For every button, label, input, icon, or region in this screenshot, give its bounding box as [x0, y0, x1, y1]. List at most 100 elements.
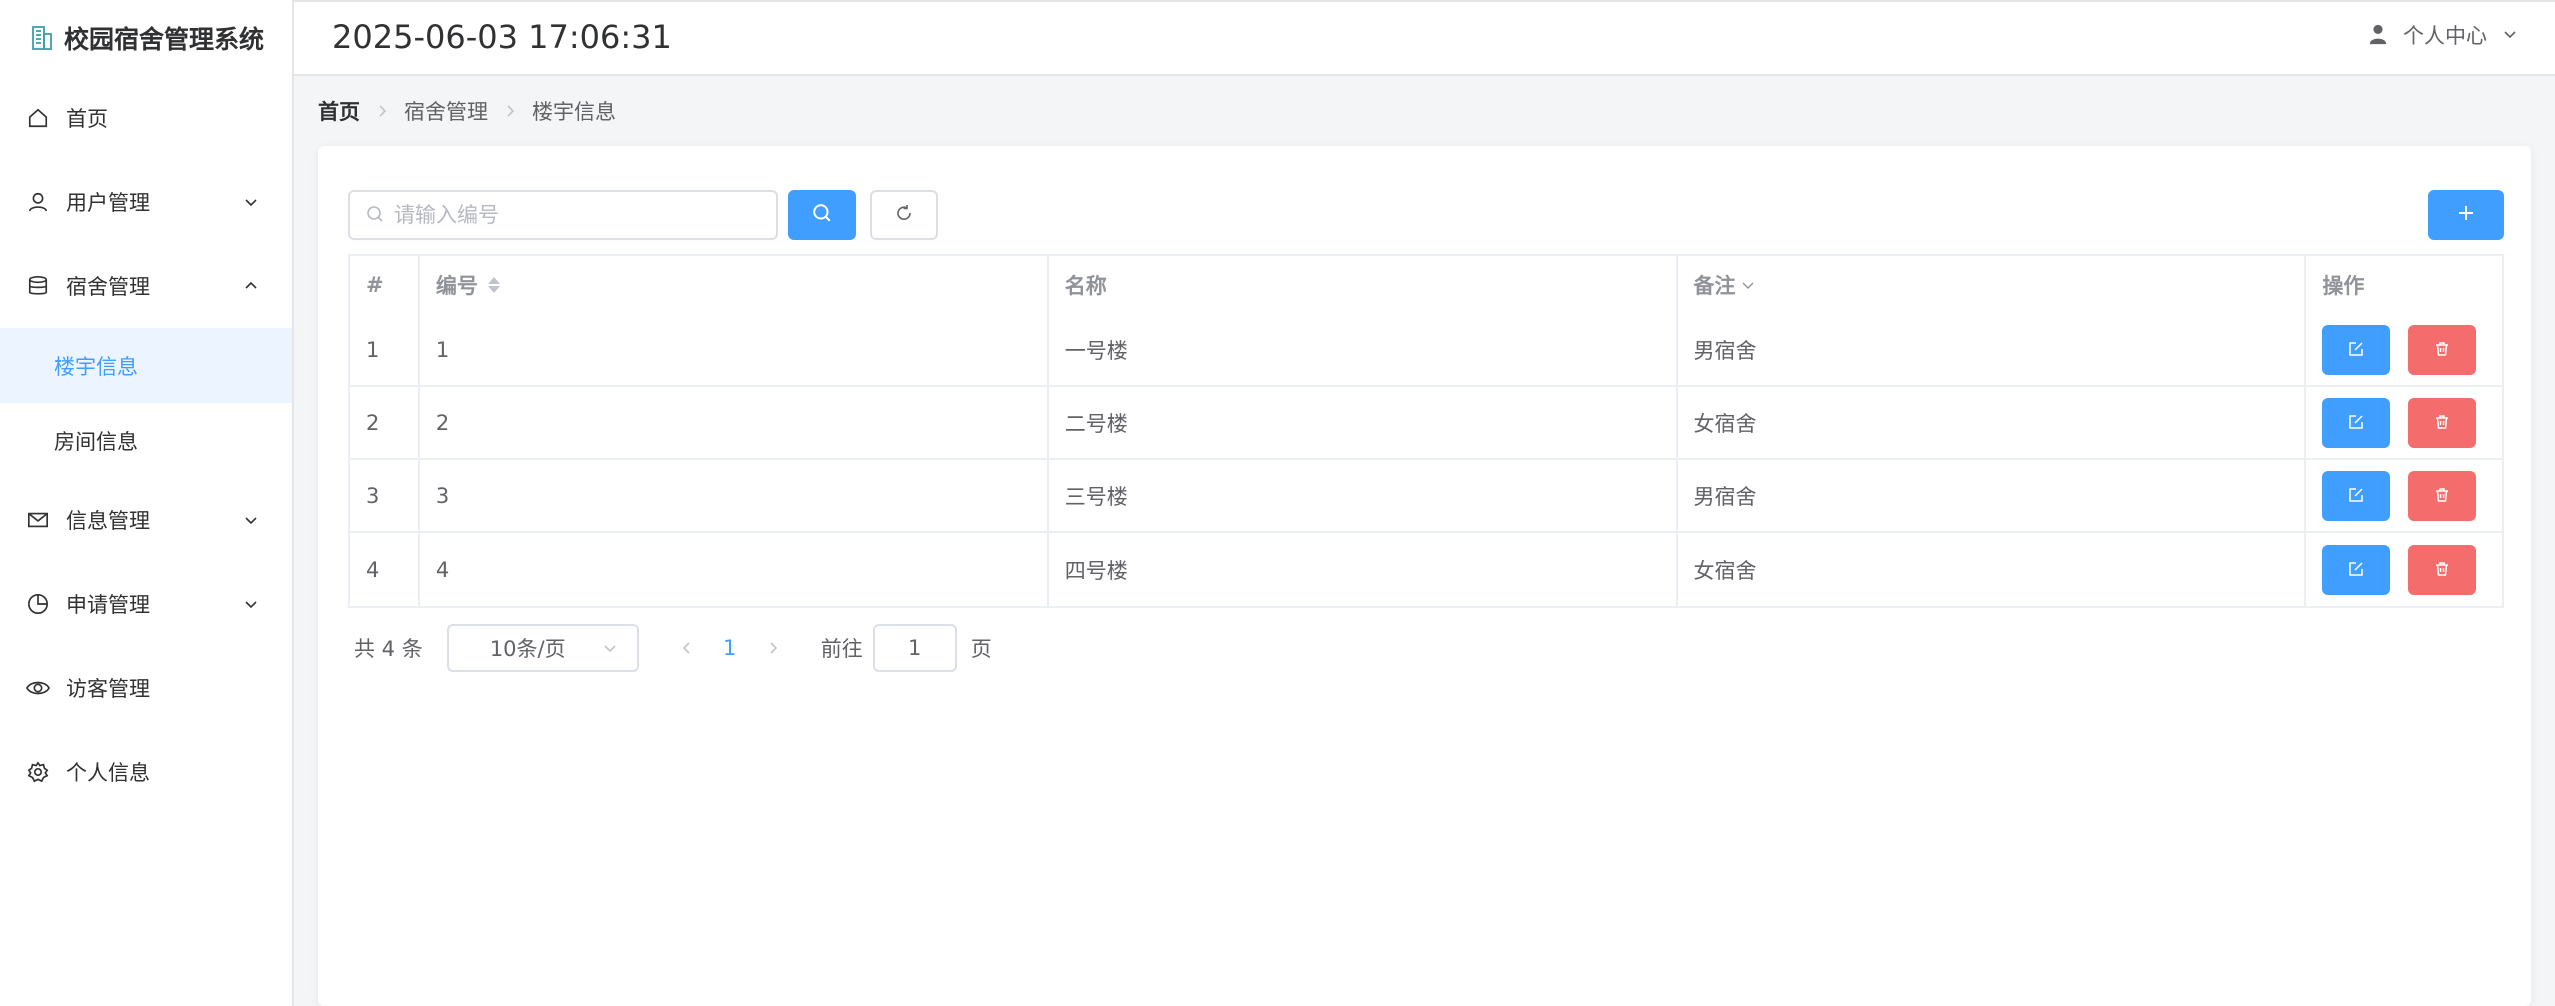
search-icon: [812, 203, 832, 227]
cell-name: 二号楼: [1049, 387, 1678, 458]
user-icon: [2367, 23, 2391, 47]
sidebar-item-label: 申请管理: [66, 593, 150, 617]
col-header-label: 备注: [1693, 274, 1736, 298]
goto-field[interactable]: [872, 624, 957, 672]
chevron-up-icon: [242, 277, 260, 295]
search-input[interactable]: [394, 203, 774, 227]
cell-actions: [2306, 387, 2502, 458]
cell-code: 1: [420, 314, 1049, 385]
col-header-label: 操作: [2322, 274, 2365, 298]
table-row: 2 2 二号楼 女宿舍: [350, 387, 2502, 460]
current-datetime: 2025-06-03 17:06:31: [332, 18, 672, 56]
cell-name: 三号楼: [1049, 460, 1678, 531]
cell-actions: [2306, 314, 2502, 385]
sidebar-item-room-info[interactable]: 房间信息: [0, 403, 292, 478]
search-icon: [366, 205, 386, 225]
goto-unit: 页: [970, 637, 992, 661]
sidebar-item-building-info[interactable]: 楼宇信息: [0, 328, 292, 403]
chevron-down-icon: [242, 511, 260, 529]
edit-button[interactable]: [2322, 324, 2391, 375]
trash-icon: [2434, 411, 2450, 435]
filter-dropdown-icon[interactable]: [1740, 277, 1756, 293]
sidebar-item-label: 用户管理: [66, 191, 150, 215]
cell-index: 1: [350, 314, 420, 385]
col-header-index: #: [350, 256, 420, 314]
sidebar-item-label: 宿舍管理: [66, 275, 150, 299]
edit-button[interactable]: [2322, 397, 2391, 448]
user-center-dropdown[interactable]: 个人中心: [2367, 20, 2519, 50]
page-size-select[interactable]: 10条/页: [446, 624, 639, 672]
search-field[interactable]: [348, 190, 778, 240]
breadcrumb-home[interactable]: 首页: [318, 96, 360, 126]
table-header: # 编号 名称 备注 操作: [350, 256, 2502, 314]
cell-code: 2: [420, 387, 1049, 458]
user-center-label: 个人中心: [2403, 24, 2487, 48]
sidebar-item-home[interactable]: 首页: [0, 76, 292, 160]
delete-button[interactable]: [2408, 324, 2477, 375]
col-header-remark[interactable]: 备注: [1678, 256, 2307, 314]
delete-button[interactable]: [2408, 397, 2477, 448]
page-size-value: 10条/页: [489, 637, 566, 661]
edit-icon: [2348, 484, 2364, 508]
sidebar-item-dorm-mgmt[interactable]: 宿舍管理: [0, 244, 292, 328]
edit-button[interactable]: [2322, 544, 2391, 595]
refresh-icon: [895, 204, 913, 226]
cell-remark: 女宿舍: [1678, 533, 2307, 606]
sidebar-item-apply-mgmt[interactable]: 申请管理: [0, 562, 292, 646]
chevron-down-icon: [2501, 26, 2519, 44]
sidebar-item-info-mgmt[interactable]: 信息管理: [0, 478, 292, 562]
trash-icon: [2434, 558, 2450, 582]
cell-name: 一号楼: [1049, 314, 1678, 385]
search-button[interactable]: [788, 190, 856, 240]
col-header-label: 名称: [1064, 274, 1107, 298]
prev-page-button[interactable]: [669, 630, 705, 666]
sidebar-item-visitor-mgmt[interactable]: 访客管理: [0, 646, 292, 730]
edit-icon: [2348, 411, 2364, 435]
table-header-row: # 编号 名称 备注 操作: [350, 256, 2502, 314]
table-row: 1 1 一号楼 男宿舍: [350, 314, 2502, 387]
sidebar-item-label: 信息管理: [66, 509, 150, 533]
next-page-button[interactable]: [755, 630, 791, 666]
pie-chart-icon: [26, 592, 50, 616]
dorm-submenu: 楼宇信息 房间信息: [0, 328, 292, 478]
col-header-code[interactable]: 编号: [420, 256, 1049, 314]
add-button[interactable]: [2428, 190, 2504, 240]
pagination: 共 4 条 10条/页 1 前往 页: [354, 624, 992, 672]
delete-button[interactable]: [2408, 544, 2477, 595]
sidebar-item-profile[interactable]: 个人信息: [0, 730, 292, 814]
edit-icon: [2348, 338, 2364, 362]
chevron-down-icon: [242, 595, 260, 613]
col-header-actions: 操作: [2306, 256, 2502, 314]
sidebar-item-user-mgmt[interactable]: 用户管理: [0, 160, 292, 244]
delete-button[interactable]: [2408, 470, 2477, 521]
cell-actions: [2306, 460, 2502, 531]
pagination-total: 共 4 条: [354, 637, 423, 661]
plus-icon: [2456, 203, 2476, 227]
chevron-right-icon: [374, 103, 390, 119]
goto-label: 前往: [820, 637, 863, 661]
database-icon: [26, 274, 50, 298]
sort-icon[interactable]: [487, 274, 500, 296]
goto-page-input[interactable]: [884, 636, 945, 660]
cell-code: 4: [420, 533, 1049, 606]
mail-icon: [26, 508, 50, 532]
gear-icon: [26, 760, 50, 784]
cell-name: 四号楼: [1049, 533, 1678, 606]
chevron-right-icon: [502, 103, 518, 119]
col-header-label: 编号: [435, 274, 478, 298]
page-number-current[interactable]: 1: [705, 636, 755, 660]
cell-index: 3: [350, 460, 420, 531]
edit-icon: [2348, 558, 2364, 582]
main-card: # 编号 名称 备注 操作 1 1 一号楼 男宿舍: [318, 146, 2531, 1006]
chevron-down-icon: [601, 640, 619, 658]
col-header-label: #: [366, 273, 384, 297]
reset-button[interactable]: [870, 190, 938, 240]
edit-button[interactable]: [2322, 470, 2391, 521]
cell-index: 2: [350, 387, 420, 458]
sidebar-item-label: 个人信息: [66, 761, 150, 785]
col-header-name: 名称: [1049, 256, 1678, 314]
eye-icon: [26, 676, 50, 700]
app-logo: 校园宿舍管理系统: [0, 0, 292, 76]
chevron-down-icon: [242, 193, 260, 211]
breadcrumb: 首页 宿舍管理 楼宇信息: [318, 96, 616, 126]
